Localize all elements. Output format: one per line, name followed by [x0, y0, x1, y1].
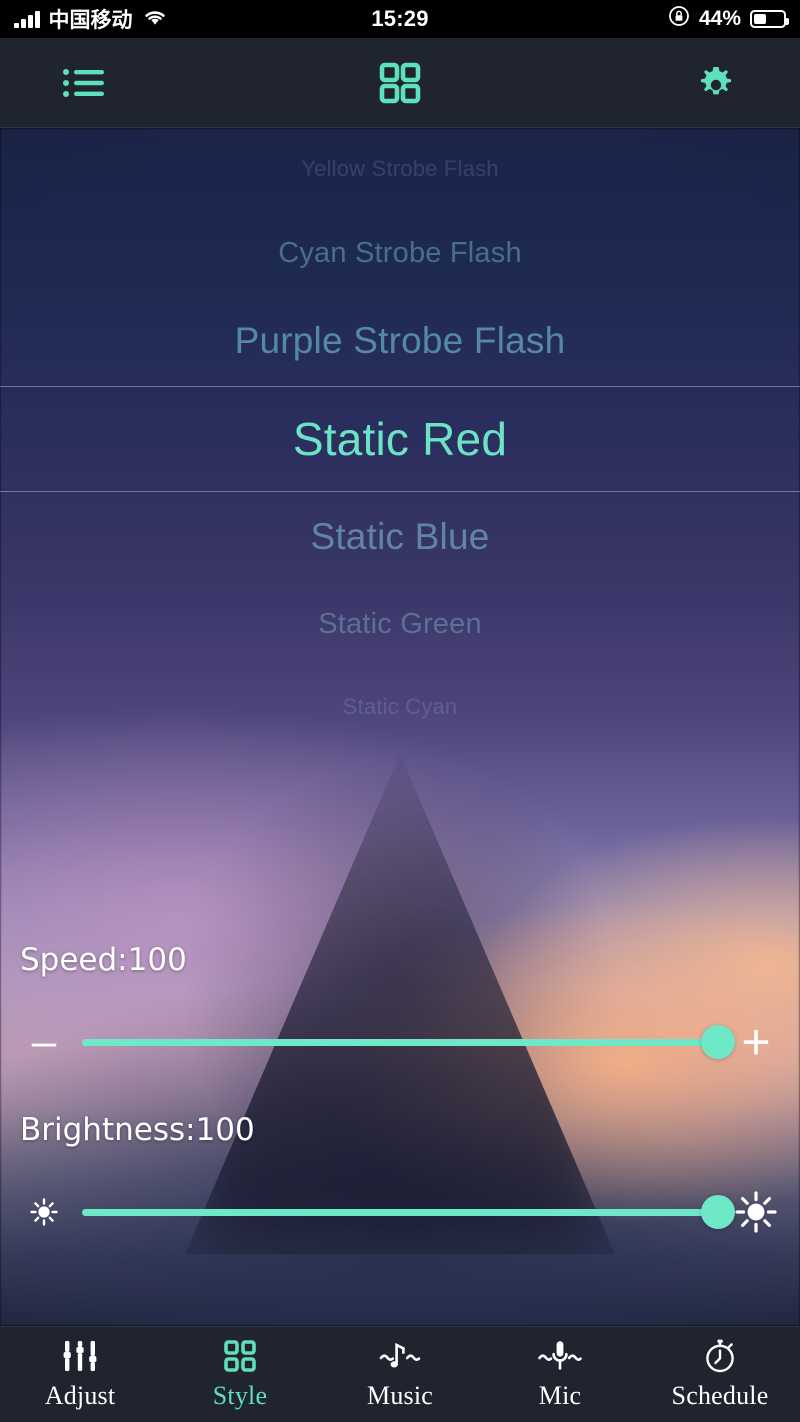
tab-label: Style [212, 1381, 268, 1410]
tab-music[interactable]: Music [320, 1327, 480, 1422]
top-navigation-bar [0, 38, 800, 128]
speed-label: Speed:100 [20, 942, 187, 978]
brightness-low-icon[interactable] [18, 1186, 70, 1238]
tab-mic[interactable]: Mic [480, 1327, 640, 1422]
brightness-high-icon[interactable] [730, 1186, 782, 1238]
battery-icon [750, 10, 789, 28]
grid-icon [223, 1338, 257, 1374]
brightness-slider-row [0, 1186, 800, 1238]
tab-schedule[interactable]: Schedule [640, 1327, 800, 1422]
microphone-icon [536, 1338, 584, 1374]
app-root: 中国移动 15:29 44% Yellow Strobe Flash Cyan … [0, 0, 800, 1422]
bottom-tab-bar: Adjust Style Music Mic Schedule [0, 1326, 800, 1422]
effect-picker-wheel[interactable]: Yellow Strobe Flash Cyan Strobe Flash Purp… [0, 128, 800, 748]
tab-adjust[interactable]: Adjust [0, 1327, 160, 1422]
brightness-slider-thumb[interactable] [701, 1195, 735, 1229]
picker-item[interactable]: Cyan Strobe Flash [0, 211, 800, 296]
brightness-label: Brightness:100 [20, 1112, 255, 1148]
battery-percent-label: 44% [698, 7, 741, 30]
tab-label: Schedule [671, 1381, 769, 1410]
grid-icon[interactable] [368, 51, 432, 115]
speed-slider-fill [82, 1038, 718, 1046]
main-stage: Yellow Strobe Flash Cyan Strobe Flash Purp… [0, 128, 800, 1326]
tab-style[interactable]: Style [160, 1327, 320, 1422]
speed-slider-row: – + [0, 1016, 800, 1068]
speed-slider-thumb[interactable] [701, 1025, 735, 1059]
rotation-lock-icon [668, 5, 690, 33]
tab-label: Music [367, 1381, 433, 1410]
tab-label: Adjust [44, 1381, 116, 1410]
tab-label: Mic [538, 1381, 582, 1410]
brightness-slider-fill [82, 1208, 718, 1216]
picker-item[interactable]: Static Green [0, 582, 800, 667]
minus-icon[interactable]: – [18, 1016, 70, 1068]
brightness-slider[interactable] [82, 1190, 735, 1234]
gear-icon[interactable] [684, 51, 748, 115]
brightness-control-group: Brightness:100 [0, 1112, 800, 1238]
controls-panel: Speed:100 – + Brightness:100 [0, 942, 800, 1282]
speed-control-group: Speed:100 – + [0, 942, 800, 1068]
music-note-icon [378, 1338, 422, 1374]
picker-item[interactable]: Static Blue [0, 492, 800, 582]
status-bar-right: 44% [668, 0, 789, 38]
sliders-icon [61, 1338, 99, 1374]
plus-icon[interactable]: + [730, 1016, 782, 1068]
status-bar: 中国移动 15:29 44% [0, 0, 800, 38]
picker-item[interactable]: Static Cyan [0, 667, 800, 748]
picker-item-selected[interactable]: Static Red [0, 386, 800, 492]
stopwatch-icon [702, 1338, 738, 1374]
speed-slider[interactable] [82, 1020, 735, 1064]
picker-item[interactable]: Yellow Strobe Flash [0, 128, 800, 211]
list-icon[interactable] [52, 51, 116, 115]
picker-item[interactable]: Purple Strobe Flash [0, 296, 800, 386]
